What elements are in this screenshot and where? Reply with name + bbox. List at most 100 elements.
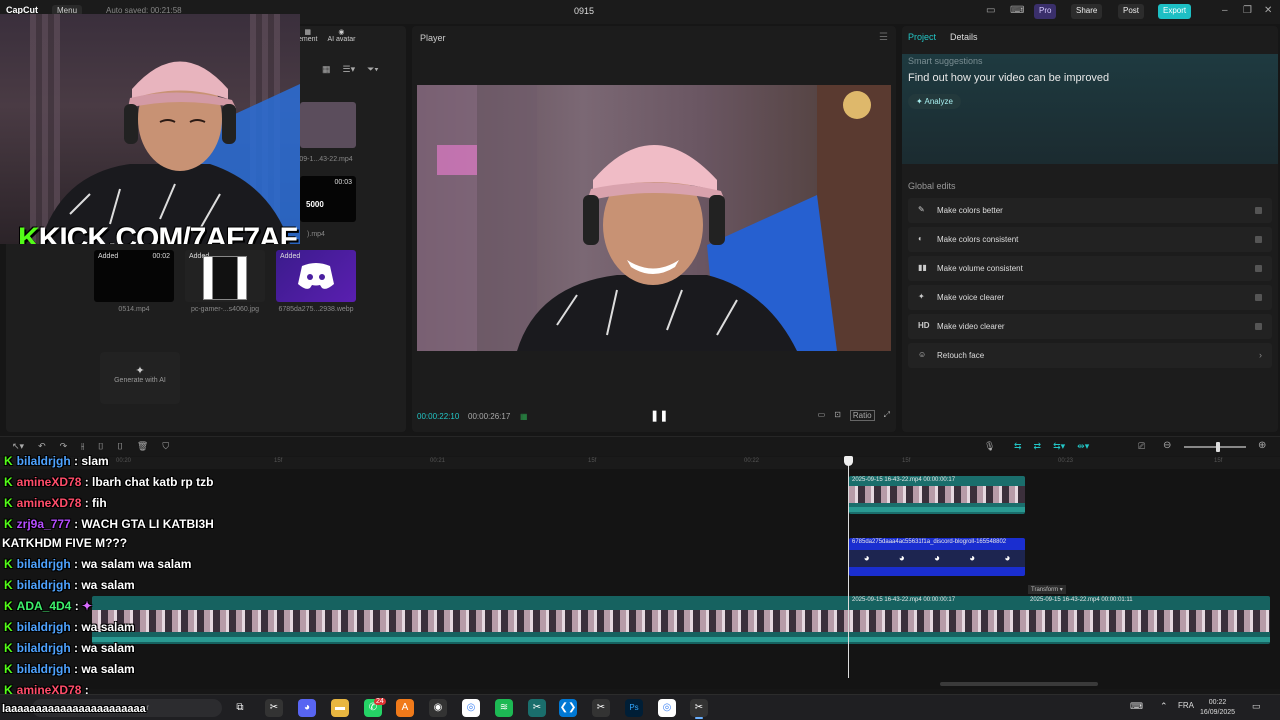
video-preview[interactable] (417, 85, 891, 351)
split-left-icon[interactable]: ⌷ (98, 441, 103, 452)
toggle[interactable] (1255, 294, 1262, 301)
chat-message: KATKHDM FIVE M??? (2, 536, 128, 550)
notifications-icon[interactable]: ▭ (1252, 701, 1261, 712)
edit-make-volume-consistent[interactable]: ▮▮ Make volume consistent (908, 256, 1272, 281)
transform-tag[interactable]: Transform ▾ (1028, 585, 1066, 594)
edit-make-colors-better[interactable]: ✎ Make colors better (908, 198, 1272, 223)
face-icon: ☺ (918, 350, 927, 359)
post-button[interactable]: Post (1118, 4, 1145, 19)
zoom-in-icon[interactable]: ⊕ (1258, 440, 1266, 451)
tile-badge: 5000 (306, 200, 324, 209)
zoom-slider-knob[interactable] (1216, 442, 1220, 452)
playhead[interactable] (848, 460, 849, 678)
tab-ai-avatar[interactable]: ◉ AI avatar (327, 28, 355, 43)
edit-retouch-face[interactable]: ☺ Retouch face › (908, 343, 1272, 368)
close-icon[interactable]: ✕ (1264, 5, 1272, 16)
generate-label: Generate with AI (114, 377, 166, 384)
timeline-clip-discord[interactable]: 6785da275daaa4ac55631f1a_discord-blogrol… (849, 538, 1025, 576)
capcut-icon[interactable]: ✂ (690, 699, 708, 717)
tab-element[interactable]: ▦ ement (298, 28, 317, 43)
generate-with-ai-button[interactable]: ✦ Generate with AI (100, 352, 180, 404)
chevron-up-icon[interactable]: ⌃ (1160, 701, 1168, 712)
kick-icon: K (4, 557, 13, 571)
sort-icon[interactable]: ☰▾ (343, 64, 356, 75)
chrome-icon[interactable]: ◎ (658, 699, 676, 717)
tab-project[interactable]: Project (908, 32, 936, 42)
zoom-out-icon[interactable]: ⊖ (1163, 440, 1171, 451)
shortcut-icon[interactable]: ⌨ (1010, 5, 1024, 16)
ratio-button[interactable]: Ratio (849, 410, 875, 421)
microphone-icon[interactable]: 🎙 (984, 441, 995, 452)
capcut-icon[interactable]: ✂ (592, 699, 610, 717)
toggle[interactable] (1255, 323, 1262, 330)
capcut-taskbar-icon[interactable]: ✂ (265, 699, 283, 717)
toggle[interactable] (1255, 236, 1262, 243)
fit-icon[interactable]: ▭ (818, 410, 826, 421)
tab-details[interactable]: Details (950, 32, 978, 42)
tile-duration: 00:02 (152, 253, 170, 260)
magnet-icon[interactable]: ⇄ (1034, 441, 1042, 452)
pro-button[interactable]: Pro (1034, 4, 1057, 19)
chrome-icon[interactable]: ◎ (462, 699, 480, 717)
media-tile-pc-gamer[interactable]: Added (185, 250, 265, 302)
analyze-button[interactable]: ✦ Analyze (908, 94, 961, 109)
media-tile-0514[interactable]: Added 00:02 (94, 250, 174, 302)
share-button[interactable]: Share (1071, 4, 1103, 19)
zoom-slider[interactable] (1184, 446, 1246, 448)
split-right-icon[interactable]: ⌷ (117, 441, 122, 452)
active-indicator (695, 717, 703, 719)
clip-label-holder: 2025-09-15 16-43-22.mp4 00:00:00:17 (852, 597, 956, 603)
app-icon[interactable]: A (396, 699, 414, 717)
emote-icon: ✦ (82, 599, 93, 613)
minimize-icon[interactable]: – (1222, 5, 1228, 16)
edit-make-video-clearer[interactable]: HD Make video clearer (908, 314, 1272, 339)
delete-icon[interactable]: 🗑 (137, 441, 148, 452)
task-view-icon[interactable]: ⧉ (231, 699, 249, 717)
current-time: 00:00:22:10 (417, 412, 460, 421)
select-icon[interactable]: ↖▾ (12, 441, 24, 452)
taskbar-clock[interactable]: 00:22 16/09/2025 (1200, 698, 1235, 718)
redo-icon[interactable]: ↷ (60, 441, 68, 452)
fullscreen-icon[interactable]: ⤢ (884, 410, 890, 421)
undo-icon[interactable]: ↶ (38, 441, 46, 452)
spotify-icon[interactable]: ≋ (495, 699, 513, 717)
caption-icon[interactable]: ⎚ (1138, 441, 1145, 452)
kick-banner: KKICK.COM/7AF7AF (18, 222, 298, 244)
grid-view-icon[interactable]: ▦ (322, 64, 331, 75)
snap-icon[interactable]: ⇆▾ (1053, 441, 1065, 452)
split-icon[interactable]: ⫲ (81, 441, 84, 452)
discord-taskbar-icon[interactable]: ◕ (298, 699, 316, 717)
edit-make-voice-clearer[interactable]: ✦ Make voice clearer (908, 285, 1272, 310)
vscode-icon[interactable]: ❮❯ (559, 699, 577, 717)
toggle[interactable] (1255, 207, 1262, 214)
shield-icon[interactable]: ⛉ (162, 441, 169, 452)
panel-tabs: Project Details (908, 32, 978, 42)
pause-button[interactable]: ❚❚ (650, 409, 668, 422)
clip-thumbnails (849, 486, 1025, 503)
toggle[interactable] (1255, 265, 1262, 272)
capcut-icon[interactable]: ✂ (528, 699, 546, 717)
file-explorer-icon[interactable]: ▬ (331, 699, 349, 717)
horizontal-scrollbar[interactable] (940, 682, 1098, 686)
media-tile-discord[interactable]: Added (276, 250, 356, 302)
filter-icon[interactable]: ⏷▾ (367, 64, 379, 75)
preview-axis-icon[interactable]: ⇹▾ (1077, 441, 1089, 452)
timeline-clip-video[interactable]: 2025-09-15 16-43-22.mp4 00:00:00:17 (849, 476, 1025, 514)
edit-make-colors-consistent[interactable]: ◐ Make colors consistent (908, 227, 1272, 252)
layout-icon[interactable]: ▭ (986, 5, 995, 16)
photoshop-icon[interactable]: Ps (625, 699, 643, 717)
media-tile-5000[interactable]: 00:03 5000 (300, 176, 356, 222)
export-button[interactable]: Export (1158, 4, 1192, 19)
keyboard-icon[interactable]: ⌨ (1130, 701, 1143, 712)
webcam-overlay: KKICK.COM/7AF7AF (0, 14, 300, 244)
voice-icon: ✦ (918, 292, 925, 301)
media-tile-clip[interactable] (300, 102, 356, 148)
obs-icon[interactable]: ◉ (429, 699, 447, 717)
tile-duration: 00:03 (334, 179, 352, 186)
player-menu-icon[interactable]: ☰ (879, 32, 888, 43)
restore-icon[interactable]: ❐ (1243, 5, 1252, 16)
language-indicator[interactable]: FRA (1178, 701, 1194, 710)
crop-icon[interactable]: ⊡ (834, 410, 841, 421)
link-icon[interactable]: ⇆ (1014, 441, 1022, 452)
playhead-handle[interactable] (844, 456, 853, 466)
